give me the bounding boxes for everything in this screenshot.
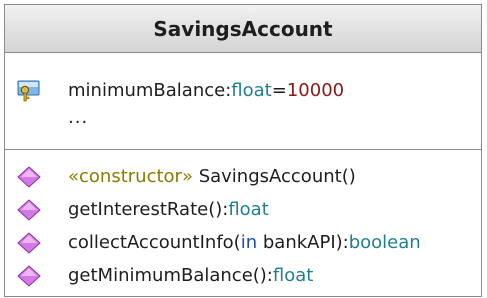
- public-operation-diamond-icon: [17, 166, 41, 188]
- attribute-default-value: 10000: [286, 79, 345, 101]
- operation-row[interactable]: getInterestRate():float: [5, 196, 481, 222]
- protected-attribute-key-icon: [17, 80, 41, 102]
- operation-return-type: float: [272, 264, 314, 286]
- operation-name: collectAccountInfo(: [68, 231, 241, 253]
- operation-name: getInterestRate():: [68, 198, 229, 220]
- public-operation-diamond-icon: [17, 199, 41, 221]
- more-attributes-ellipsis[interactable]: ...: [68, 107, 88, 128]
- attribute-name: minimumBalance: [68, 79, 226, 101]
- operation-signature: «constructor» SavingsAccount(): [68, 166, 356, 187]
- class-name-compartment[interactable]: SavingsAccount: [5, 5, 481, 53]
- attribute-type: float: [231, 79, 272, 101]
- operation-row[interactable]: «constructor» SavingsAccount(): [5, 163, 481, 189]
- operation-return-type: float: [228, 198, 269, 220]
- operation-signature: collectAccountInfo(in bankAPI):boolean: [68, 232, 421, 253]
- operation-row[interactable]: collectAccountInfo(in bankAPI):boolean: [5, 229, 481, 255]
- operation-row[interactable]: getMinimumBalance():float: [5, 262, 481, 288]
- operation-signature: getMinimumBalance():float: [68, 265, 313, 286]
- parameter-direction: in: [240, 231, 258, 253]
- public-operation-diamond-icon: [17, 232, 41, 254]
- uml-class-box[interactable]: SavingsAccount minimumBalance:float=1000…: [4, 4, 482, 297]
- class-name: SavingsAccount: [153, 16, 333, 41]
- operation-name: SavingsAccount(): [192, 165, 356, 187]
- attribute-signature: minimumBalance:float=10000: [68, 80, 344, 101]
- operation-stereotype: «constructor»: [68, 165, 193, 187]
- parameter-name: bankAPI):: [257, 231, 349, 253]
- attribute-row[interactable]: minimumBalance:float=10000: [5, 77, 481, 103]
- operation-signature: getInterestRate():float: [68, 199, 269, 220]
- attributes-compartment[interactable]: minimumBalance:float=10000 ...: [5, 53, 481, 150]
- attribute-default-separator: =: [271, 79, 287, 101]
- operation-return-type: boolean: [348, 231, 421, 253]
- operation-name: getMinimumBalance():: [68, 264, 273, 286]
- public-operation-diamond-icon: [17, 265, 41, 287]
